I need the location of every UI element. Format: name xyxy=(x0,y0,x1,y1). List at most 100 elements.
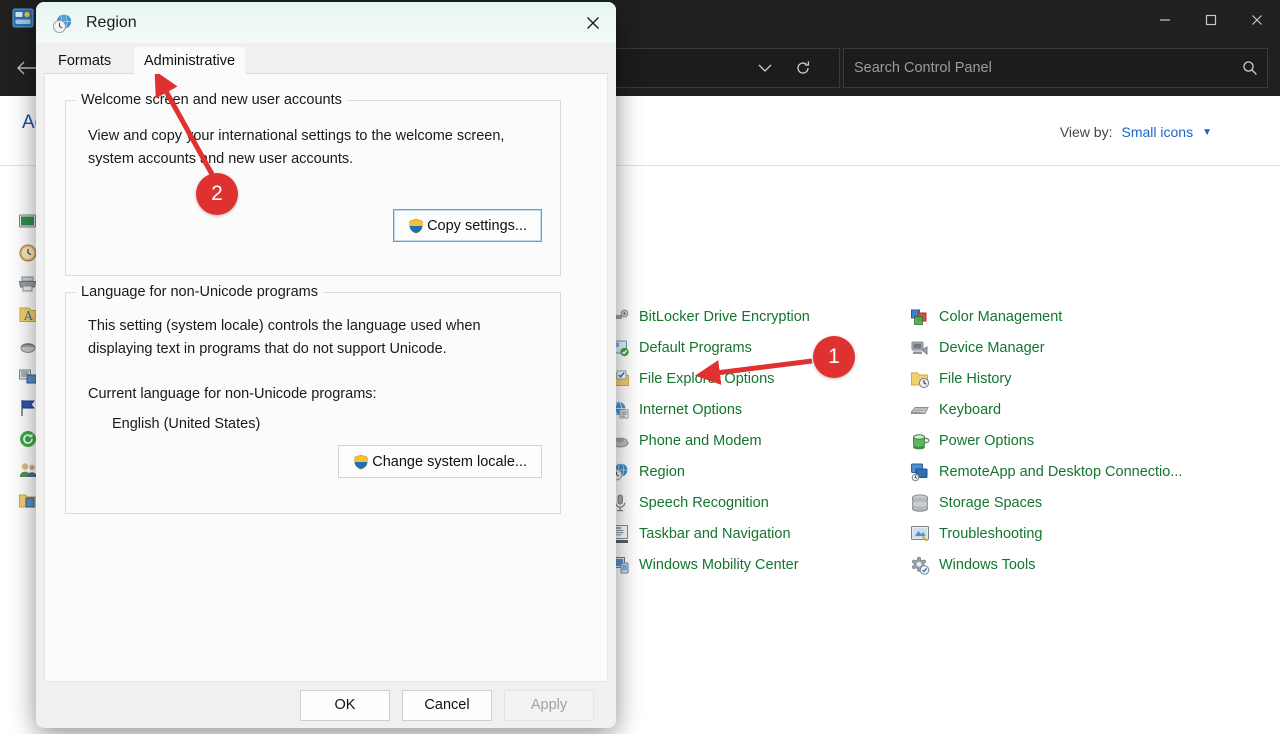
control-panel-item[interactable]: Storage Spaces xyxy=(910,487,1182,518)
clock-icon xyxy=(18,243,38,263)
color-management-icon xyxy=(910,307,930,327)
language-groupbox: Language for non-Unicode programs This s… xyxy=(65,292,561,514)
control-panel-item[interactable]: Region xyxy=(610,456,810,487)
cancel-button[interactable]: Cancel xyxy=(402,690,492,721)
svg-text:A: A xyxy=(23,309,33,323)
chevron-down-icon[interactable] xyxy=(752,56,778,80)
control-panel-item[interactable]: Internet Options xyxy=(610,394,810,425)
control-panel-item[interactable]: Color Management xyxy=(910,301,1182,332)
control-panel-item[interactable]: Default Programs xyxy=(610,332,810,363)
control-panel-item[interactable] xyxy=(18,423,38,454)
control-panel-item[interactable]: RemoteApp and Desktop Connectio... xyxy=(910,456,1182,487)
view-by-label: View by: xyxy=(1060,124,1113,140)
control-panel-item[interactable] xyxy=(18,485,38,516)
language-group-title: Language for non-Unicode programs xyxy=(76,284,323,300)
control-panel-item-label: BitLocker Drive Encryption xyxy=(639,309,810,325)
refresh-icon[interactable] xyxy=(790,55,816,81)
control-panel-item-label: Device Manager xyxy=(939,340,1045,356)
dialog-titlebar: Region xyxy=(36,2,616,43)
control-panel-item-label: RemoteApp and Desktop Connectio... xyxy=(939,464,1182,480)
control-panel-item[interactable] xyxy=(18,361,38,392)
dialog-close-button[interactable] xyxy=(570,2,616,43)
control-panel-item-label: Windows Tools xyxy=(939,557,1035,573)
close-button[interactable] xyxy=(1234,0,1280,40)
control-panel-item[interactable]: BitLocker Drive Encryption xyxy=(610,301,810,332)
region-globe-clock-icon xyxy=(52,12,74,34)
cancel-label: Cancel xyxy=(424,697,469,713)
control-panel-item[interactable]: Windows Mobility Center xyxy=(610,549,810,580)
view-by-value[interactable]: Small icons xyxy=(1122,124,1194,140)
ok-label: OK xyxy=(335,697,356,713)
apply-button: Apply xyxy=(504,690,594,721)
keyboard-icon xyxy=(910,400,930,420)
control-panel-item[interactable]: A xyxy=(18,299,38,330)
control-panel-item-label: Keyboard xyxy=(939,402,1001,418)
control-panel-item-label: Color Management xyxy=(939,309,1062,325)
control-panel-item-label: Internet Options xyxy=(639,402,742,418)
language-group-description: This setting (system locale) controls th… xyxy=(88,315,538,361)
welcome-group-title: Welcome screen and new user accounts xyxy=(76,92,347,108)
control-panel-item-label: Storage Spaces xyxy=(939,495,1042,511)
tab-administrative[interactable]: Administrative xyxy=(134,47,245,74)
control-panel-item[interactable] xyxy=(18,268,38,299)
minimize-button[interactable] xyxy=(1142,0,1188,40)
display-icon xyxy=(18,212,38,232)
control-panel-item[interactable]: Troubleshooting xyxy=(910,518,1182,549)
control-panel-item[interactable]: File Explorer Options xyxy=(610,363,810,394)
control-panel-item[interactable] xyxy=(18,454,38,485)
control-panel-item-label: File Explorer Options xyxy=(639,371,774,387)
control-panel-item-label: Troubleshooting xyxy=(939,526,1042,542)
control-panel-item[interactable] xyxy=(18,330,38,361)
view-by-control[interactable]: View by: Small icons ▼ xyxy=(1060,124,1212,140)
control-panel-item-label: Power Options xyxy=(939,433,1034,449)
apply-label: Apply xyxy=(531,697,567,713)
device-manager-icon xyxy=(910,338,930,358)
uac-shield-icon xyxy=(353,454,369,470)
folder-icon xyxy=(18,491,38,511)
welcome-group-description: View and copy your international setting… xyxy=(88,125,538,171)
control-panel-item[interactable]: Keyboard xyxy=(910,394,1182,425)
remoteapp-icon xyxy=(910,462,930,482)
search-box[interactable] xyxy=(843,48,1268,88)
window-controls xyxy=(1142,0,1280,40)
control-panel-icon xyxy=(12,8,34,28)
control-panel-list-right: Color Management Device Manager File Histo… xyxy=(910,301,1182,580)
control-panel-item[interactable]: Phone and Modem xyxy=(610,425,810,456)
uac-shield-icon xyxy=(408,218,424,234)
control-panel-item[interactable]: Power Options xyxy=(910,425,1182,456)
tab-formats-label: Formats xyxy=(58,53,111,69)
welcome-screen-groupbox: Welcome screen and new user accounts Vie… xyxy=(65,100,561,276)
caret-down-icon[interactable]: ▼ xyxy=(1202,127,1212,138)
windows-tools-icon xyxy=(910,555,930,575)
search-input[interactable] xyxy=(844,60,1233,76)
control-panel-item-label: Taskbar and Navigation xyxy=(639,526,791,542)
tab-administrative-label: Administrative xyxy=(144,53,235,69)
current-language-label: Current language for non-Unicode program… xyxy=(88,383,377,406)
control-panel-item[interactable] xyxy=(18,237,38,268)
maximize-button[interactable] xyxy=(1188,0,1234,40)
flag-icon xyxy=(18,398,38,418)
control-panel-item-label: File History xyxy=(939,371,1012,387)
change-system-locale-button[interactable]: Change system locale... xyxy=(338,445,542,478)
tab-formats[interactable]: Formats xyxy=(48,47,121,74)
copy-settings-label: Copy settings... xyxy=(427,218,527,234)
current-language-value: English (United States) xyxy=(112,413,260,436)
control-panel-item[interactable]: File History xyxy=(910,363,1182,394)
control-panel-item[interactable]: Windows Tools xyxy=(910,549,1182,580)
troubleshooting-icon xyxy=(910,524,930,544)
control-panel-item[interactable]: Speech Recognition xyxy=(610,487,810,518)
control-panel-item-label: Region xyxy=(639,464,685,480)
dialog-body: Welcome screen and new user accounts Vie… xyxy=(44,74,608,682)
control-panel-item[interactable] xyxy=(18,392,38,423)
programs-features-icon xyxy=(18,367,38,387)
file-history-icon xyxy=(910,369,930,389)
control-panel-item[interactable]: Taskbar and Navigation xyxy=(610,518,810,549)
search-icon[interactable] xyxy=(1233,60,1267,76)
ok-button[interactable]: OK xyxy=(300,690,390,721)
control-panel-item[interactable] xyxy=(18,206,38,237)
power-options-icon xyxy=(910,431,930,451)
change-system-locale-label: Change system locale... xyxy=(372,454,527,470)
copy-settings-button[interactable]: Copy settings... xyxy=(393,209,542,242)
control-panel-item[interactable]: Device Manager xyxy=(910,332,1182,363)
control-panel-item-label: Windows Mobility Center xyxy=(639,557,799,573)
